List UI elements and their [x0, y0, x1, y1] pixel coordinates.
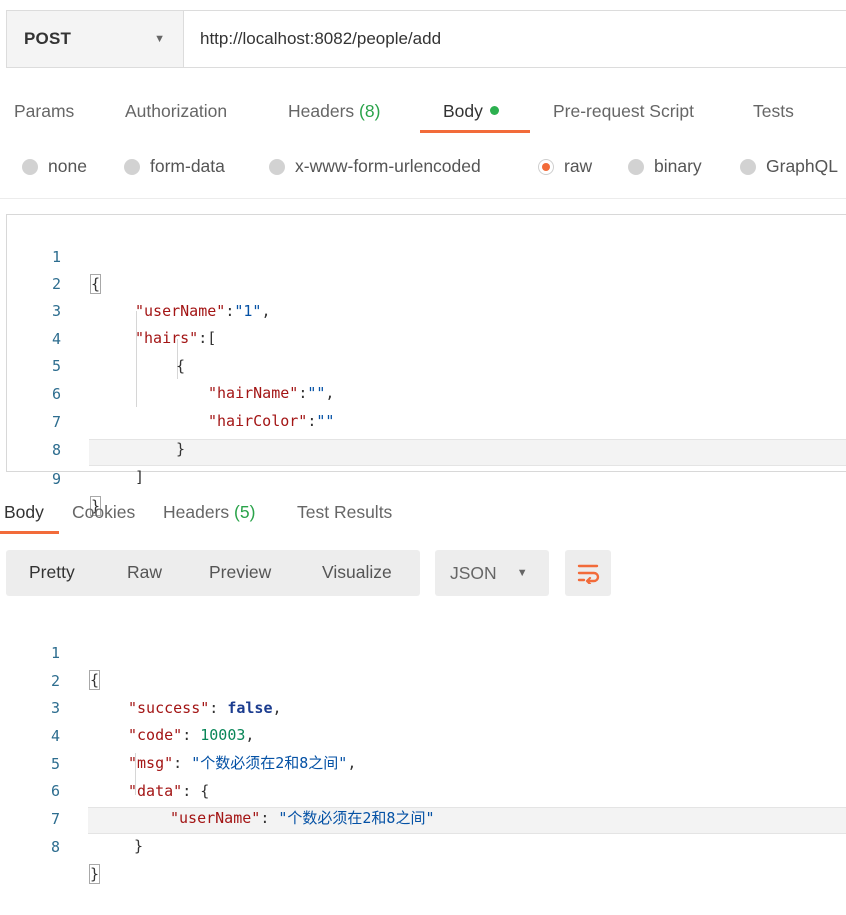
caret-down-icon: ▼ [516, 567, 528, 579]
response-tab-headers-label: Headers [163, 502, 230, 522]
caret-down-icon: ▼ [154, 33, 165, 45]
response-tab-body-underline [0, 531, 59, 534]
code-line: 9 } [7, 439, 846, 516]
wrap-lines-button[interactable] [565, 550, 611, 596]
request-body-editor[interactable]: 1 { 2 "userName":"1", 3 "hairs":[ 4 { 5 … [6, 214, 846, 516]
json-punct: ] [135, 468, 145, 486]
view-mode-group: Pretty Raw Preview Visualize [6, 550, 420, 596]
code-line: 1 { [7, 217, 846, 294]
response-tab-cookies-label: Cookies [72, 502, 136, 522]
radio-urlencoded-label: x-www-form-urlencoded [295, 156, 481, 176]
radio-raw-label: raw [564, 156, 593, 176]
code-line: 3 "code": 10003, [6, 668, 846, 744]
view-visualize-button[interactable]: Visualize [322, 562, 392, 583]
response-body-viewer[interactable]: 1 { 2 "success": false, 3 "code": 10003,… [6, 613, 846, 884]
line-number: 9 [51, 470, 61, 488]
response-tab-body[interactable]: Body [4, 502, 44, 523]
radio-form-data[interactable]: form-data [124, 156, 225, 177]
radio-none[interactable]: none [22, 156, 87, 177]
tab-prerequest-script[interactable]: Pre-request Script [553, 101, 694, 122]
code-line: 7 } [6, 779, 846, 855]
format-select[interactable]: JSON ▼ [435, 550, 549, 596]
tab-prerequest-label: Pre-request Script [553, 101, 695, 121]
radio-urlencoded[interactable]: x-www-form-urlencoded [269, 156, 481, 177]
tab-authorization-label: Authorization [125, 101, 228, 121]
radio-circle [628, 158, 644, 175]
code-line: 4 "msg": "个数必须在2和8之间", [6, 696, 846, 772]
body-modified-dot [489, 106, 499, 115]
radio-graphql[interactable]: GraphQL [740, 156, 838, 177]
tab-tests-label: Tests [753, 101, 794, 121]
radio-circle [269, 158, 285, 175]
tab-headers[interactable]: Headers (8) [288, 101, 380, 122]
radio-binary-label: binary [654, 156, 702, 176]
tab-headers-label: Headers [288, 101, 355, 121]
url-text: http://localhost:8082/people/add [200, 29, 442, 48]
tab-body-label: Body [443, 101, 483, 121]
code-line: 2 "success": false, [6, 641, 846, 717]
code-line: 8 ] [7, 410, 846, 486]
tab-tests[interactable]: Tests [753, 101, 794, 122]
code-line: 6 "userName": "个数必须在2和8之间" [6, 751, 846, 827]
radio-circle [740, 158, 756, 175]
code-line: 4 { [7, 299, 846, 375]
code-line: 1 { [6, 613, 846, 690]
divider [0, 198, 846, 199]
tab-body-underline [420, 130, 530, 133]
response-tab-headers[interactable]: Headers (5) [163, 502, 255, 523]
tab-body[interactable]: Body [443, 101, 499, 122]
json-punct: } [134, 837, 144, 855]
line-number: 8 [50, 838, 60, 856]
response-tab-test-results-label: Test Results [297, 502, 393, 522]
tab-headers-count: (8) [359, 101, 381, 121]
radio-circle [124, 158, 140, 175]
view-pretty-button[interactable]: Pretty [29, 562, 75, 583]
code-line: 5 "hairName":"", [7, 326, 846, 402]
tab-params[interactable]: Params [14, 101, 74, 122]
radio-none-label: none [48, 156, 87, 176]
code-line: 8 } [6, 807, 846, 884]
url-input[interactable]: http://localhost:8082/people/add [184, 11, 846, 67]
radio-binary[interactable]: binary [628, 156, 702, 177]
code-line: 3 "hairs":[ [7, 271, 846, 347]
code-line: 5 "data": { [6, 724, 846, 800]
tab-authorization[interactable]: Authorization [125, 101, 227, 122]
method-label: POST [24, 29, 72, 48]
response-tab-test-results[interactable]: Test Results [297, 502, 392, 523]
wrap-lines-icon [577, 564, 600, 584]
view-preview-button[interactable]: Preview [209, 562, 271, 583]
method-select[interactable]: POST ▼ [7, 11, 184, 67]
code-line: 6 "hairColor":"" [7, 354, 846, 430]
view-raw-button[interactable]: Raw [127, 562, 162, 583]
radio-circle [22, 158, 38, 175]
response-tab-cookies[interactable]: Cookies [72, 502, 135, 523]
code-line: 7 } [7, 382, 846, 458]
response-tab-body-label: Body [4, 502, 44, 522]
radio-form-data-label: form-data [150, 156, 225, 176]
code-brace: } [88, 864, 101, 884]
radio-circle-selected [538, 158, 554, 175]
radio-graphql-label: GraphQL [766, 156, 838, 176]
code-line: 2 "userName":"1", [7, 244, 846, 320]
tab-params-label: Params [14, 101, 75, 121]
response-tab-headers-count: (5) [234, 502, 256, 522]
format-label: JSON [450, 562, 497, 583]
request-bar: POST ▼ http://localhost:8082/people/add [6, 10, 846, 68]
radio-raw[interactable]: raw [538, 156, 592, 177]
